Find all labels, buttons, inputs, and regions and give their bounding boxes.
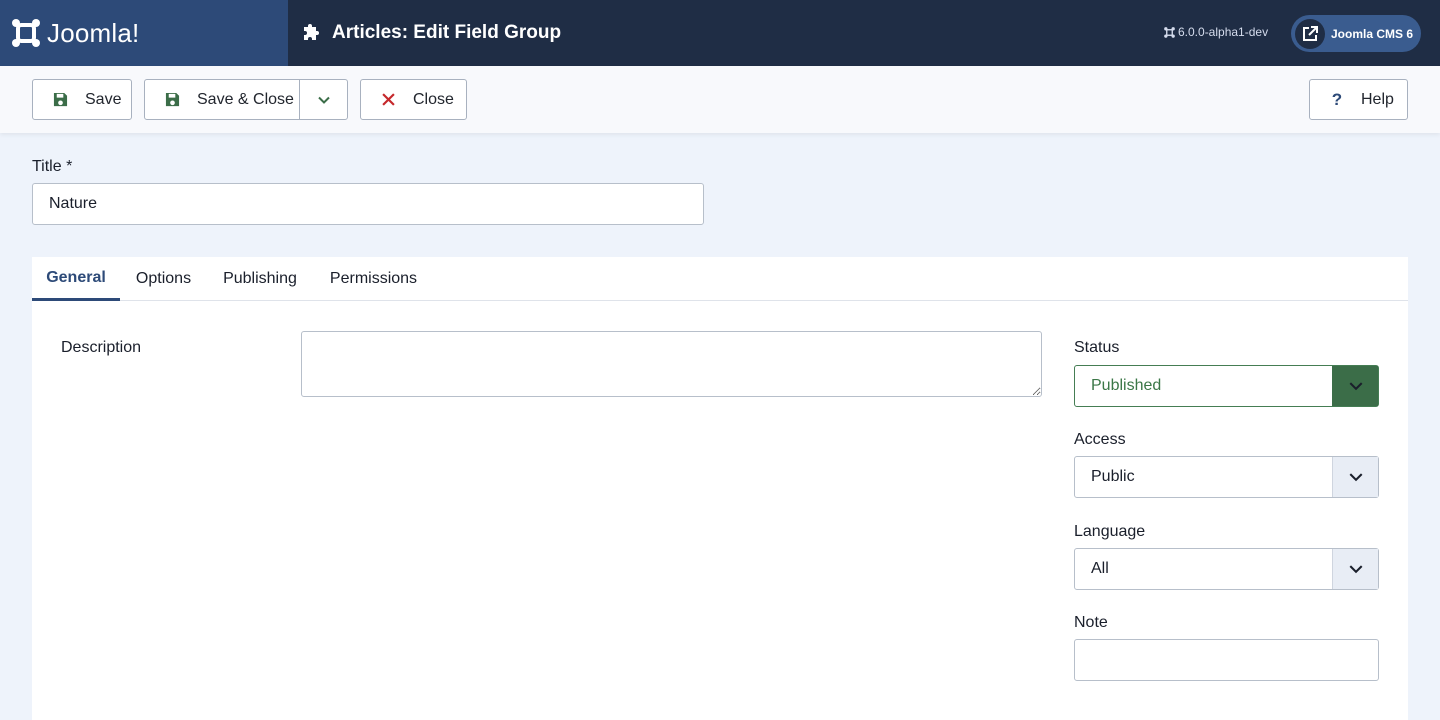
- save-label: Save: [85, 90, 122, 108]
- tab-options[interactable]: Options: [120, 257, 207, 301]
- tab-publishing[interactable]: Publishing: [207, 257, 313, 301]
- edit-panel: General Options Publishing Permissions D…: [32, 257, 1408, 720]
- language-label: Language: [1074, 523, 1146, 540]
- close-icon: [380, 92, 396, 108]
- chevron-down-icon: [318, 96, 330, 104]
- title-label: Title *: [32, 158, 73, 175]
- save-icon: [164, 92, 180, 108]
- brand-logo-area[interactable]: Joomla!: [0, 0, 288, 66]
- help-button[interactable]: ? Help: [1309, 79, 1408, 120]
- note-label: Note: [1074, 614, 1108, 631]
- status-label: Status: [1074, 339, 1120, 356]
- description-label: Description: [61, 339, 142, 356]
- tab-general[interactable]: General: [32, 257, 120, 301]
- chevron-down-icon: [1332, 549, 1378, 589]
- chevron-down-icon: [1332, 366, 1378, 406]
- access-select[interactable]: Public: [1074, 456, 1379, 498]
- page-title: Articles: Edit Field Group: [332, 22, 562, 43]
- version-text: 6.0.0-alpha1-dev: [1178, 25, 1269, 39]
- access-value: Public: [1091, 468, 1135, 485]
- joomla-logo-icon: [12, 19, 40, 47]
- save-icon: [52, 92, 68, 108]
- chevron-down-icon: [1332, 457, 1378, 497]
- title-input[interactable]: [32, 183, 704, 225]
- version-info: 6.0.0-alpha1-dev: [1164, 25, 1268, 39]
- status-select[interactable]: Published: [1074, 365, 1379, 407]
- top-header: Joomla! Articles: Edit Field Group 6.0.0…: [0, 0, 1440, 66]
- language-value: All: [1091, 560, 1109, 577]
- save-close-label: Save & Close: [197, 90, 294, 108]
- site-link-button[interactable]: Joomla CMS 6: [1291, 15, 1421, 52]
- site-link-label: Joomla CMS 6: [1331, 26, 1414, 41]
- status-value: Published: [1091, 377, 1162, 394]
- tab-bar: General Options Publishing Permissions: [32, 257, 1408, 301]
- external-link-icon: [1295, 18, 1325, 49]
- access-label: Access: [1074, 431, 1126, 448]
- note-input[interactable]: [1074, 639, 1379, 681]
- close-button[interactable]: Close: [360, 79, 467, 120]
- description-textarea[interactable]: [301, 331, 1042, 397]
- page-title-group: Articles: Edit Field Group: [303, 0, 561, 66]
- tab-permissions[interactable]: Permissions: [313, 257, 434, 301]
- save-close-button[interactable]: Save & Close: [144, 79, 348, 120]
- help-label: Help: [1361, 90, 1394, 108]
- joomla-small-icon: [1164, 26, 1175, 38]
- help-icon: ?: [1331, 89, 1343, 109]
- brand-name: Joomla!: [47, 17, 140, 48]
- language-select[interactable]: All: [1074, 548, 1379, 590]
- close-label: Close: [413, 90, 454, 108]
- puzzle-icon: [304, 24, 319, 40]
- save-options-dropdown-toggle[interactable]: [299, 80, 348, 119]
- action-toolbar: Save Save & Close Close ? Help: [0, 66, 1440, 133]
- save-button[interactable]: Save: [32, 79, 132, 120]
